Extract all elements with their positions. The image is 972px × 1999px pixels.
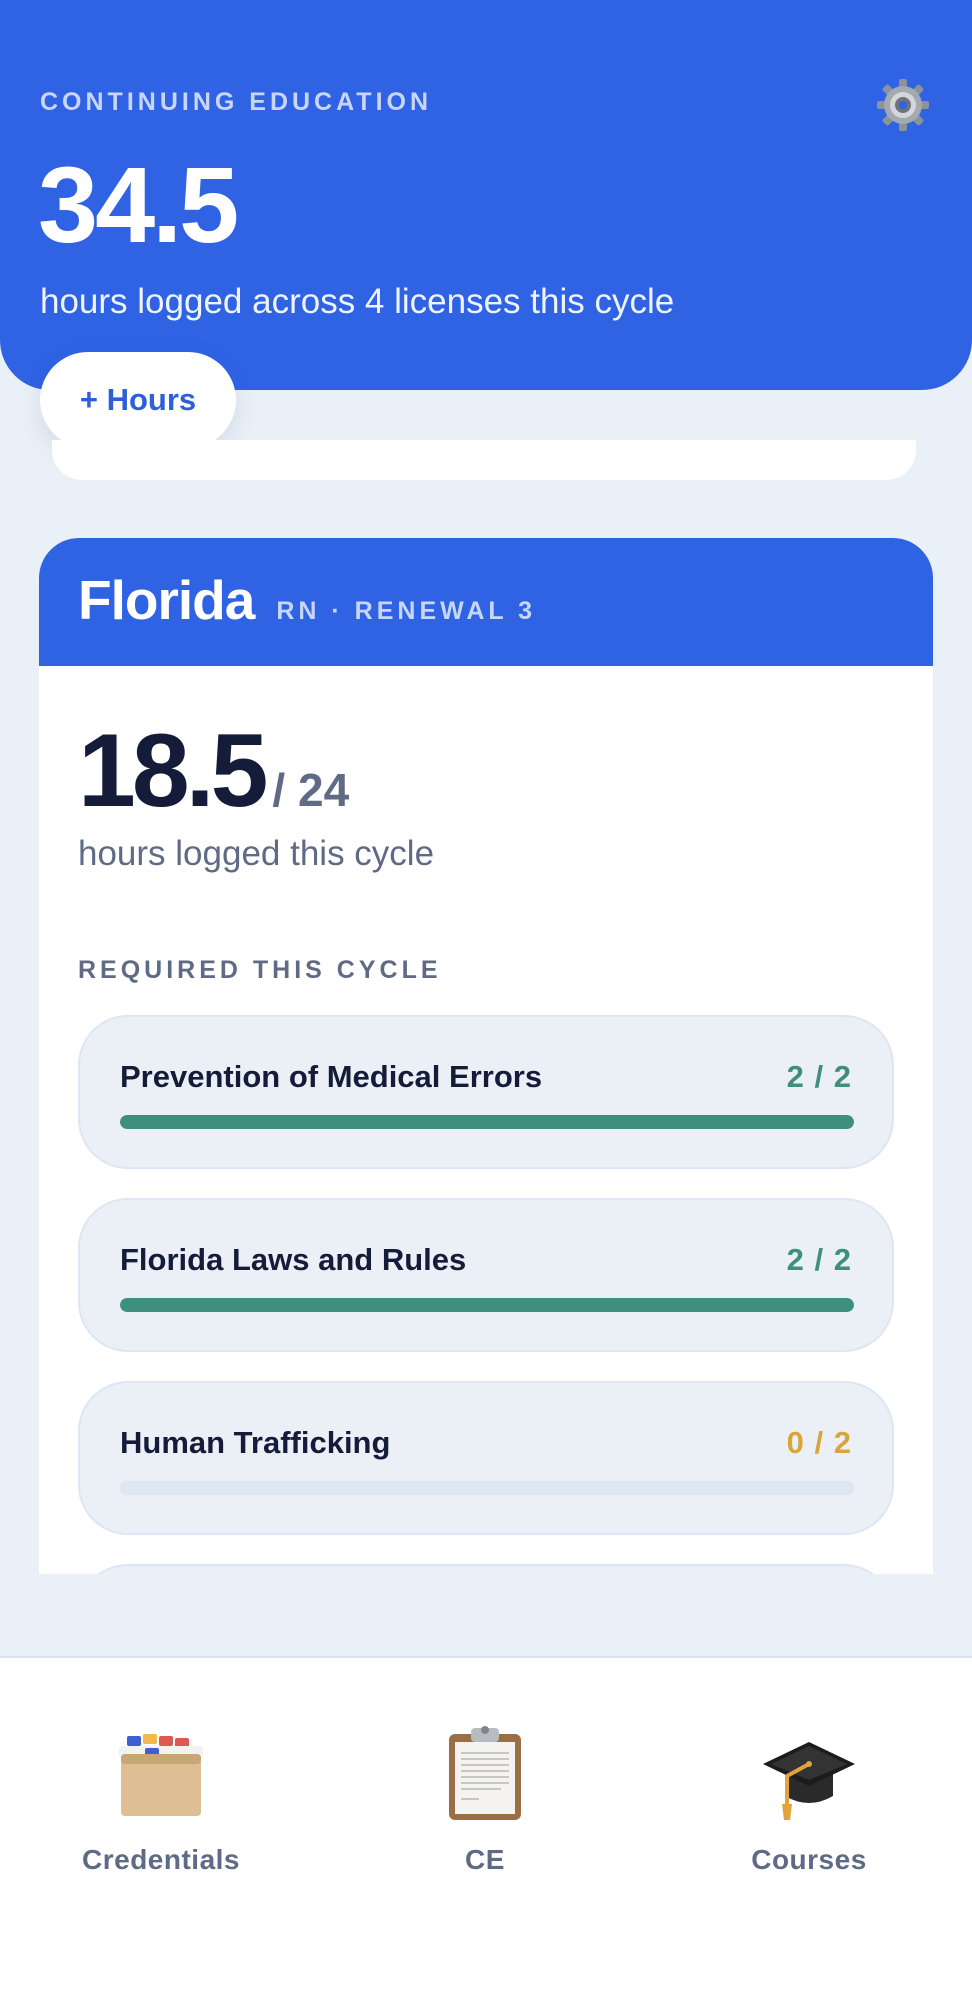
requirement-count: 2 / 2: [786, 1059, 852, 1094]
hours-required: / 24: [272, 764, 350, 816]
header-banner: CONTINUING EDUCATION 34.5 hours logged a…: [0, 0, 972, 390]
requirement-progress-fill: [120, 1115, 854, 1129]
requirement-progress-bar: [120, 1298, 854, 1312]
hours-progress: 18.5 / 24: [78, 716, 349, 826]
hours-logged: 18.5: [78, 713, 268, 829]
card-file-box-icon: [119, 1734, 203, 1816]
requirement-item[interactable]: Prevention of Medical Errors 2 / 2: [78, 1015, 894, 1169]
requirement-progress-bar: [120, 1481, 854, 1495]
requirement-progress-fill: [120, 1298, 854, 1312]
graduation-cap-icon: [763, 1742, 855, 1820]
requirement-count: 0 / 2: [786, 1425, 852, 1460]
requirement-name: Human Trafficking: [120, 1425, 391, 1460]
requirement-item-partial[interactable]: [78, 1564, 894, 1574]
clipboard-icon: [449, 1726, 521, 1820]
gear-icon[interactable]: [876, 78, 930, 132]
license-card-header: Florida RN · RENEWAL 3: [39, 538, 933, 666]
tab-label: CE: [465, 1844, 505, 1875]
section-eyebrow: CONTINUING EDUCATION: [40, 88, 433, 116]
total-hours-caption: hours logged across 4 licenses this cycl…: [40, 282, 675, 321]
tab-ce[interactable]: CE: [355, 1724, 615, 1876]
requirement-name: Prevention of Medical Errors: [120, 1059, 543, 1094]
tab-courses[interactable]: Courses: [679, 1724, 939, 1876]
requirement-item[interactable]: Human Trafficking 0 / 2: [78, 1381, 894, 1535]
requirement-name: Florida Laws and Rules: [120, 1242, 467, 1277]
add-hours-button[interactable]: + Hours: [40, 352, 236, 448]
tab-label: Courses: [751, 1844, 867, 1875]
requirement-count: 2 / 2: [786, 1242, 852, 1277]
requirement-item[interactable]: Florida Laws and Rules 2 / 2: [78, 1198, 894, 1352]
license-scroll-area[interactable]: Florida RN · RENEWAL 3 18.5 / 24 hours l…: [39, 538, 933, 1574]
tab-label: Credentials: [82, 1844, 240, 1875]
total-hours: 34.5: [38, 144, 239, 265]
tab-bar: Credentials CE Courses: [0, 1656, 972, 1999]
license-meta: RN · RENEWAL 3: [276, 597, 537, 625]
requirement-progress-bar: [120, 1115, 854, 1129]
tab-credentials[interactable]: Credentials: [31, 1724, 291, 1876]
required-section-label: REQUIRED THIS CYCLE: [78, 956, 442, 984]
hours-caption: hours logged this cycle: [78, 834, 435, 873]
license-card[interactable]: Florida RN · RENEWAL 3 18.5 / 24 hours l…: [39, 538, 933, 1574]
previous-card-edge: [52, 440, 916, 480]
license-state: Florida: [78, 569, 255, 631]
